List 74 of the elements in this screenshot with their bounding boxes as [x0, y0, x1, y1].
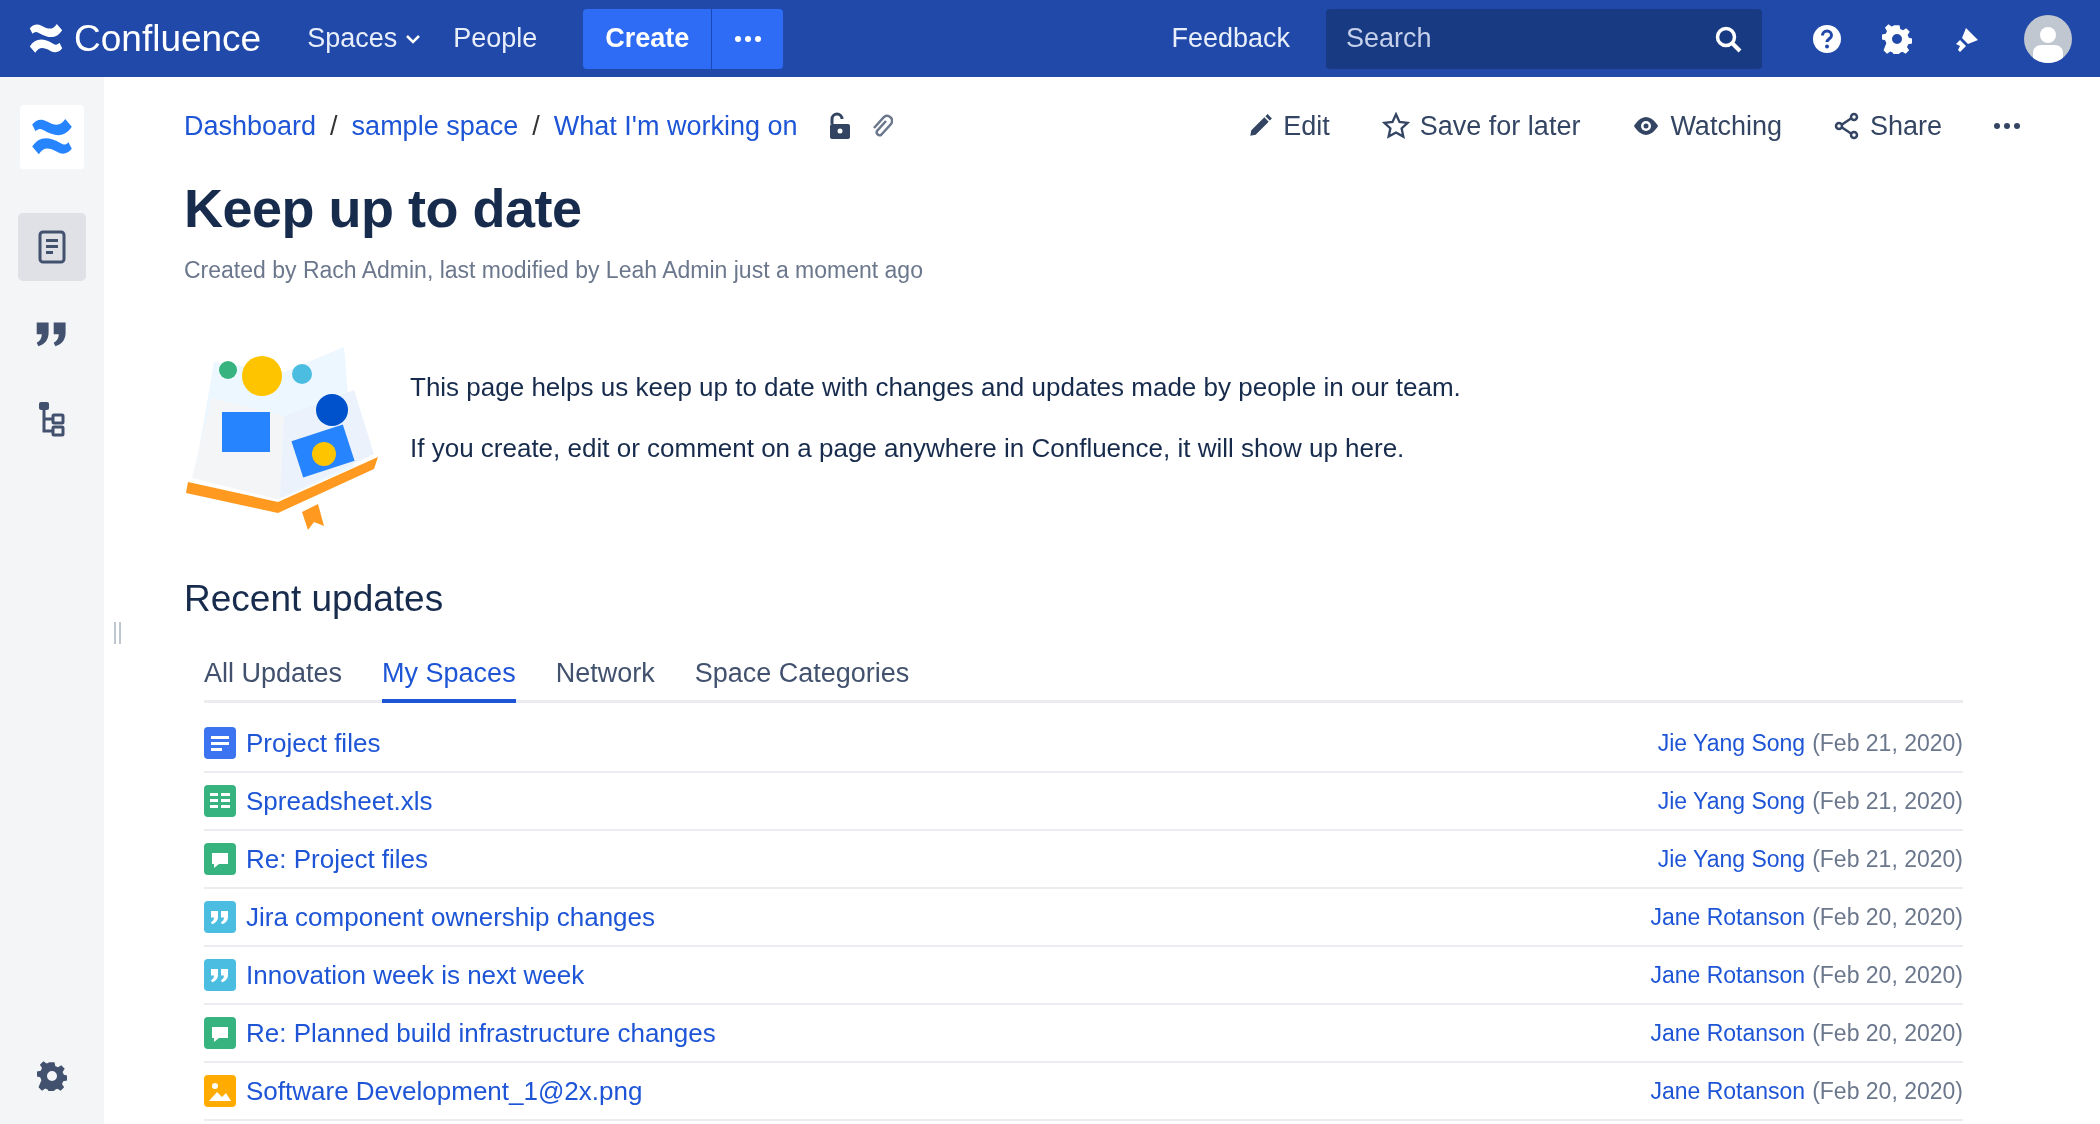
tab[interactable]: All Updates — [204, 658, 343, 703]
update-title-link[interactable]: Re: Project files — [246, 843, 1658, 875]
search-icon — [1714, 24, 1742, 53]
update-title-link[interactable]: Project files — [246, 727, 1658, 759]
breadcrumb-link[interactable]: Dashboard — [184, 110, 317, 142]
search-field[interactable]: Search — [1326, 8, 1762, 69]
intro-paragraph: This page helps us keep up to date with changes and updates made by people in our team. — [410, 372, 1461, 403]
quote-icon — [204, 959, 236, 991]
page-byline: Created by Rach Admin, last modified by Leah Admin just a moment ago — [184, 257, 924, 284]
update-title-link[interactable]: Re: Planned build infrastructure changes — [246, 1017, 1651, 1049]
quote-icon — [35, 319, 69, 347]
app-name: Confluence — [74, 17, 262, 60]
feedback-link[interactable]: Feedback — [1155, 13, 1306, 64]
update-date: (Feb 20, 2020) — [1812, 1077, 1963, 1105]
intro-paragraph: If you create, edit or comment on a page anywhere in Confluence, it will show up here. — [410, 433, 1406, 464]
update-title-link[interactable]: Software Development_1@2x.png — [246, 1075, 1651, 1107]
breadcrumb-link[interactable]: What I'm working on — [553, 110, 798, 142]
logo-icon — [28, 23, 64, 54]
logo-icon — [30, 118, 74, 156]
watch-button[interactable]: Watching — [1632, 110, 1782, 142]
save-button[interactable]: Save for later — [1381, 110, 1581, 142]
more-icon — [734, 35, 761, 42]
update-date: (Feb 21, 2020) — [1812, 845, 1963, 873]
page-title: Keep up to date — [184, 177, 583, 239]
unlocked-padlock-icon — [827, 112, 852, 140]
comment-icon — [204, 843, 236, 875]
author-link[interactable]: Jane Rotanson — [1650, 1077, 1806, 1105]
author-link[interactable]: Jie Yang Song — [1657, 787, 1806, 815]
update-date: (Feb 20, 2020) — [1812, 961, 1963, 989]
share-icon — [1833, 112, 1860, 140]
settings-icon — [37, 1061, 67, 1091]
breadcrumb-link[interactable]: sample space — [351, 110, 519, 142]
page-icon — [38, 230, 66, 264]
update-date: (Feb 21, 2020) — [1812, 729, 1963, 757]
comment-icon — [204, 1017, 236, 1049]
tree-icon — [37, 401, 67, 437]
space-logo[interactable] — [20, 105, 84, 169]
breadcrumb-separator: / — [532, 110, 540, 142]
page-icon — [204, 727, 236, 759]
tab[interactable]: Network — [555, 658, 655, 703]
tab[interactable]: Space Categories — [694, 658, 910, 703]
update-date: (Feb 21, 2020) — [1812, 787, 1963, 815]
breadcrumb-separator: / — [330, 110, 338, 142]
edit-button[interactable]: Edit — [1247, 110, 1330, 142]
author-link[interactable]: Jane Rotanson — [1650, 961, 1806, 989]
update-title-link[interactable]: Spreadsheet.xls — [246, 785, 1658, 817]
update-date: (Feb 20, 2020) — [1812, 1019, 1963, 1047]
sidebar-item[interactable] — [18, 213, 86, 281]
more-icon — [1994, 123, 2020, 129]
resize-handle[interactable] — [114, 622, 122, 644]
update-title-link[interactable]: Innovation week is next week — [246, 959, 1651, 991]
author-link[interactable]: Jie Yang Song — [1657, 729, 1806, 757]
tab[interactable]: My Spaces — [382, 658, 516, 703]
avatar[interactable] — [2024, 14, 2072, 63]
spreadsheet-icon — [204, 785, 236, 817]
more-actions-button[interactable] — [1994, 123, 2020, 129]
author-link[interactable]: Jane Rotanson — [1650, 903, 1806, 931]
settings-icon — [1882, 23, 1912, 54]
pencil-icon — [1247, 113, 1274, 139]
update-title-link[interactable]: Jira component ownership changes — [246, 901, 1651, 933]
update-date: (Feb 20, 2020) — [1812, 903, 1963, 931]
section-heading: Recent updates — [184, 578, 445, 620]
share-button[interactable]: Share — [1833, 110, 1942, 142]
more-button[interactable] — [711, 8, 784, 69]
eye-icon — [1632, 115, 1661, 137]
author-link[interactable]: Jie Yang Song — [1657, 845, 1806, 873]
author-link[interactable]: Jane Rotanson — [1650, 1019, 1806, 1047]
quote-icon — [204, 901, 236, 933]
nav-item[interactable]: Spaces — [291, 13, 438, 64]
create-button[interactable]: Create — [583, 8, 712, 69]
star-icon — [1381, 112, 1410, 140]
image-icon — [204, 1075, 236, 1107]
nav-item[interactable]: People — [437, 13, 554, 64]
help-icon — [1812, 23, 1842, 54]
